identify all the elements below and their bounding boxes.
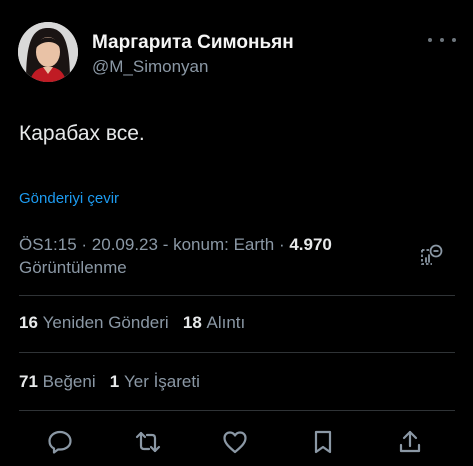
divider — [19, 352, 455, 353]
tweet-meta: ÖS1:15 · 20.09.23 - konum: Earth · 4.970 — [19, 235, 332, 255]
repost-stats: 16 Yeniden Gönderi 18 Alıntı — [19, 313, 245, 333]
translate-link[interactable]: Gönderiyi çevir — [19, 190, 119, 207]
like-stats: 71 Beğeni 1 Yer İşareti — [19, 372, 200, 392]
meta-separator: · — [81, 235, 92, 254]
reposts-link[interactable]: 16 Yeniden Gönderi — [19, 313, 169, 332]
avatar[interactable] — [18, 22, 78, 82]
share-icon[interactable] — [396, 428, 424, 456]
quotes-label: Alıntı — [206, 313, 246, 332]
meta-separator: · — [278, 235, 290, 254]
views-label: Görüntülenme — [19, 258, 127, 277]
quotes-link[interactable]: 18 Alıntı — [183, 313, 245, 332]
quotes-count: 18 — [182, 313, 202, 332]
bookmarks-link[interactable]: 1 Yer İşareti — [110, 372, 200, 391]
likes-link[interactable]: 71 Beğeni — [19, 372, 96, 391]
divider — [19, 410, 455, 411]
analytics-icon[interactable] — [418, 242, 444, 268]
repost-icon[interactable] — [134, 428, 162, 456]
reply-icon[interactable] — [46, 428, 74, 456]
action-bar — [0, 428, 473, 458]
author-handle[interactable]: @M_Simonyan — [92, 57, 208, 77]
likes-label: Beğeni — [42, 372, 96, 391]
bookmark-icon[interactable] — [309, 428, 337, 456]
bookmarks-count: 1 — [109, 372, 120, 391]
views-count: 4.970 — [289, 235, 332, 254]
tweet-location: konum: Earth — [173, 235, 275, 254]
author-name[interactable]: Маргарита Симоньян — [92, 32, 294, 54]
bookmarks-label: Yer İşareti — [123, 372, 200, 391]
like-icon[interactable] — [221, 428, 249, 456]
divider — [19, 295, 455, 296]
reposts-label: Yeniden Gönderi — [42, 313, 169, 332]
reposts-count: 16 — [19, 313, 38, 332]
tweet-date[interactable]: 20.09.23 — [92, 235, 158, 254]
meta-separator: - — [162, 235, 174, 254]
likes-count: 71 — [19, 372, 38, 391]
tweet-time[interactable]: ÖS1:15 — [19, 235, 77, 254]
more-icon[interactable] — [428, 30, 456, 50]
tweet-text: Карабах все. — [19, 122, 145, 145]
